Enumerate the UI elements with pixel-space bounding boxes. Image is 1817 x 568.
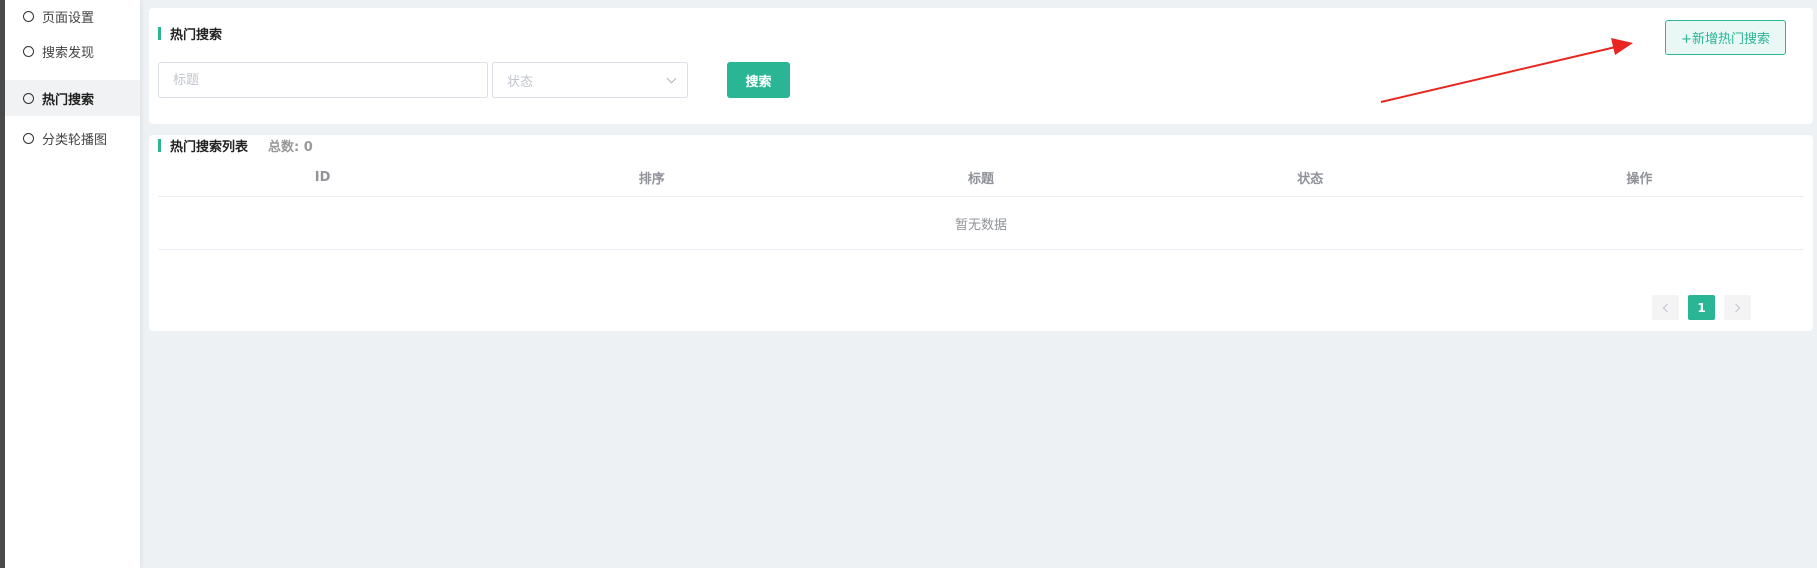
sidebar-item-label: 分类轮播图 xyxy=(42,132,108,148)
sidebar-item-hot-search[interactable]: 热门搜索 xyxy=(5,80,140,116)
column-header-title: 标题 xyxy=(968,172,995,187)
table-header: ID 排序 标题 状态 操作 xyxy=(158,159,1804,197)
chevron-down-icon xyxy=(666,73,677,83)
title-accent-bar xyxy=(158,138,161,152)
column-header-actions: 操作 xyxy=(1626,172,1653,187)
sidebar-item-label: 页面设置 xyxy=(42,10,95,26)
next-page-button[interactable] xyxy=(1724,295,1751,320)
sidebar-item-page-settings[interactable]: 页面设置 xyxy=(5,0,140,34)
circle-icon xyxy=(23,92,34,104)
title-accent-bar xyxy=(158,27,161,40)
search-button[interactable]: 搜索 xyxy=(727,62,790,98)
column-header-sort: 排序 xyxy=(638,172,665,187)
circle-icon xyxy=(23,45,34,57)
section-title: 热门搜索 xyxy=(158,24,222,43)
column-header-status: 状态 xyxy=(1297,172,1324,187)
status-select[interactable]: 状态 xyxy=(492,62,688,98)
circle-icon xyxy=(23,10,34,22)
page-number[interactable]: 1 xyxy=(1688,295,1715,320)
list-panel-title: 热门搜索列表 xyxy=(170,139,249,155)
column-header-id: ID xyxy=(314,170,331,185)
circle-icon xyxy=(23,132,34,144)
list-panel: 热门搜索列表 总数: 0 ID 排序 标题 状态 操作 暂无数据 1 xyxy=(149,135,1813,331)
add-hot-search-button[interactable]: +新增热门搜索 xyxy=(1665,20,1786,55)
title-input[interactable] xyxy=(158,62,488,98)
filter-panel-title: 热门搜索 xyxy=(170,28,223,43)
section-title: 热门搜索列表 总数: 0 xyxy=(158,130,313,160)
chevron-left-icon xyxy=(1662,303,1672,312)
empty-state: 暂无数据 xyxy=(158,197,1804,250)
sidebar-item-search-discovery[interactable]: 搜索发现 xyxy=(5,33,140,69)
sidebar-item-category-carousel[interactable]: 分类轮播图 xyxy=(5,120,140,156)
sidebar-item-label: 热门搜索 xyxy=(42,92,95,108)
sidebar: 页面设置 搜索发现 热门搜索 分类轮播图 xyxy=(5,0,140,568)
sidebar-item-label: 搜索发现 xyxy=(42,45,95,61)
status-select-placeholder: 状态 xyxy=(507,74,534,90)
total-count: 总数: 0 xyxy=(268,139,313,155)
filter-panel: 热门搜索 状态 搜索 +新增热门搜索 xyxy=(149,8,1813,124)
prev-page-button[interactable] xyxy=(1652,295,1679,320)
chevron-right-icon xyxy=(1731,303,1741,312)
pagination: 1 xyxy=(1652,295,1751,320)
